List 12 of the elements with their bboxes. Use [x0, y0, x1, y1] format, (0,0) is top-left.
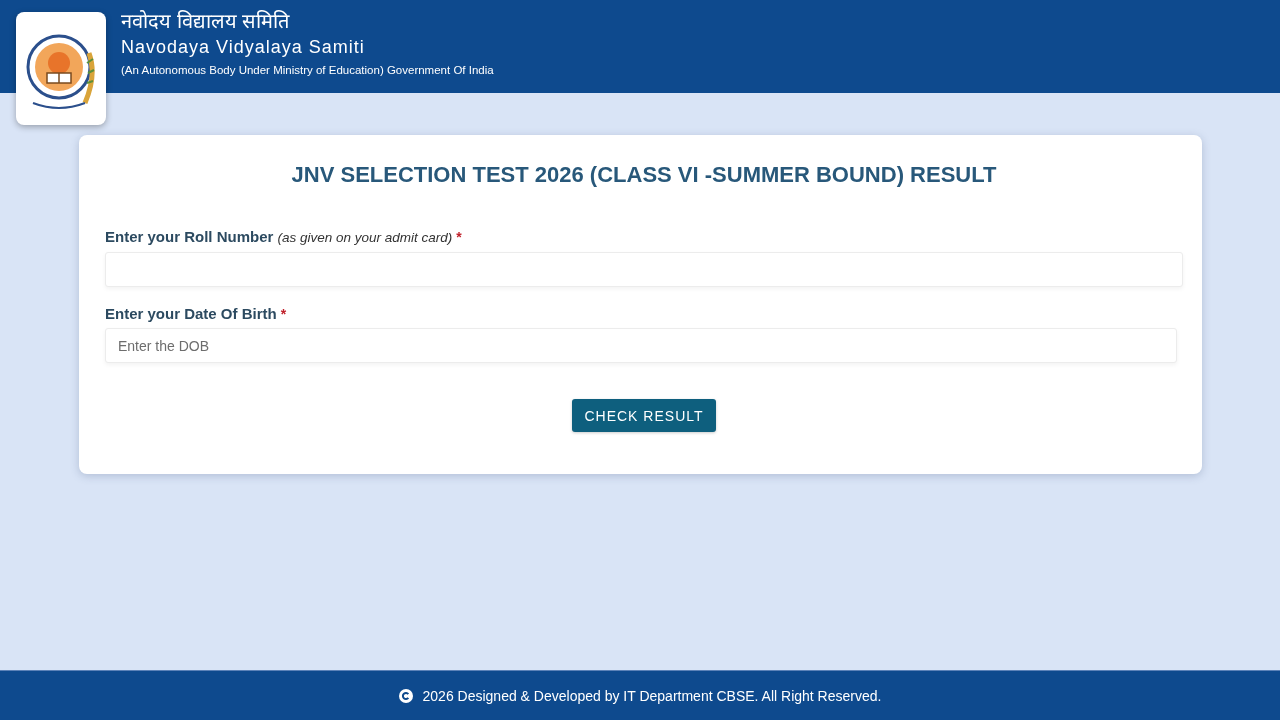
input-field[interactable]: Enter the DOB — [105, 328, 1177, 363]
site-subtitle: (An Autonomous Body Under Ministry of Education) Government Of India — [121, 63, 494, 78]
copyright-icon — [398, 688, 413, 703]
required-mark: * — [280, 306, 287, 322]
field-label: Enter your Date Of Birth — [105, 304, 277, 324]
site-title-hindi: नवोदय विद्यालय समिति — [121, 9, 290, 34]
field-label: Enter your Roll Number (as given on your admit card) — [105, 227, 453, 247]
form-title: JNV SELECTION TEST 2026 (CLASS VI -SUMMER BOUND) RESULT — [290, 161, 998, 189]
check-result-button[interactable]: CHECK RESULT — [572, 399, 716, 432]
site-title: Navodaya Vidyalaya Samiti — [121, 36, 365, 59]
footer-text: 2026 Designed & Developed by IT Department CBSE. All Right Reserved. — [422, 687, 882, 704]
required-mark: * — [456, 229, 462, 245]
